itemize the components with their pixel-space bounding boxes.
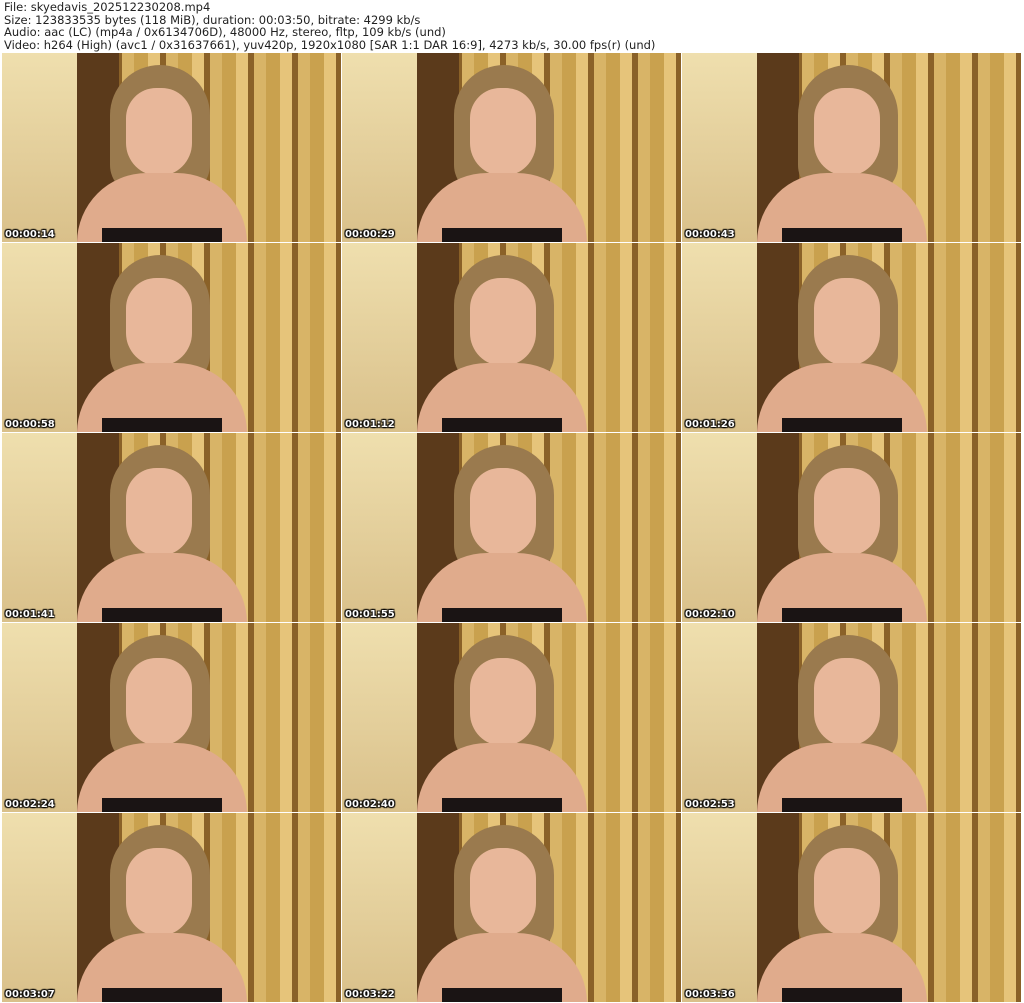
thumbnail-timestamp: 00:01:12 [345, 419, 395, 430]
frame-region [782, 608, 902, 622]
frame-region [470, 278, 536, 366]
video-thumbnail: 00:02:53 [682, 623, 1021, 812]
frame-region [442, 228, 562, 242]
thumbnail-timestamp: 00:03:22 [345, 989, 395, 1000]
video-thumbnail: 00:00:43 [682, 53, 1021, 242]
thumbnail-timestamp: 00:03:07 [5, 989, 55, 1000]
frame-region [126, 848, 192, 936]
frame-region [814, 848, 880, 936]
thumbnail-timestamp: 00:00:29 [345, 229, 395, 240]
thumbnail-grid: 00:00:14 00:00:29 00:00:43 00:00:58 00:01:12… [2, 53, 1021, 1002]
frame-region [782, 798, 902, 812]
thumbnail-timestamp: 00:01:55 [345, 609, 395, 620]
frame-region [126, 278, 192, 366]
thumbnail-frame-image [342, 243, 417, 432]
video-thumbnail: 00:03:22 [342, 813, 681, 1002]
frame-region [782, 988, 902, 1002]
video-thumbnail: 00:03:36 [682, 813, 1021, 1002]
frame-region [814, 88, 880, 176]
frame-region [442, 798, 562, 812]
video-thumbnail: 00:02:10 [682, 433, 1021, 622]
thumbnail-frame-image [342, 53, 417, 242]
thumbnail-timestamp: 00:02:40 [345, 799, 395, 810]
frame-region [102, 608, 222, 622]
frame-region [442, 988, 562, 1002]
frame-region [442, 418, 562, 432]
thumbnail-frame-image [682, 813, 757, 1002]
frame-region [442, 608, 562, 622]
thumbnail-frame-image [342, 623, 417, 812]
thumbnail-frame-image [2, 813, 77, 1002]
frame-region [102, 798, 222, 812]
thumbnail-timestamp: 00:00:43 [685, 229, 735, 240]
thumbnail-frame-image [682, 433, 757, 622]
thumbnail-frame-image [2, 243, 77, 432]
thumbnail-frame-image [2, 53, 77, 242]
file-info-header: File: skyedavis_202512230208.mp4 Size: 1… [0, 0, 1024, 52]
video-thumbnail: 00:01:41 [2, 433, 341, 622]
thumbnail-frame-image [682, 243, 757, 432]
thumbnail-frame-image [342, 433, 417, 622]
video-thumbnail: 00:01:55 [342, 433, 681, 622]
frame-region [470, 468, 536, 556]
frame-region [102, 418, 222, 432]
frame-region [126, 658, 192, 746]
frame-region [126, 468, 192, 556]
thumbnail-timestamp: 00:01:26 [685, 419, 735, 430]
thumbnail-timestamp: 00:02:53 [685, 799, 735, 810]
thumbnail-timestamp: 00:00:14 [5, 229, 55, 240]
thumbnail-frame-image [682, 623, 757, 812]
file-name: File: skyedavis_202512230208.mp4 [4, 0, 211, 14]
thumbnail-timestamp: 00:02:10 [685, 609, 735, 620]
thumbnail-timestamp: 00:00:58 [5, 419, 55, 430]
thumbnail-timestamp: 00:02:24 [5, 799, 55, 810]
audio-info: Audio: aac (LC) (mp4a / 0x6134706D), 480… [4, 25, 446, 40]
thumbnail-frame-image [2, 433, 77, 622]
frame-region [470, 848, 536, 936]
video-thumbnail: 00:00:14 [2, 53, 341, 242]
video-thumbnail: 00:01:12 [342, 243, 681, 432]
frame-region [102, 228, 222, 242]
frame-region [782, 228, 902, 242]
video-thumbnail: 00:02:40 [342, 623, 681, 812]
video-thumbnail: 00:01:26 [682, 243, 1021, 432]
video-info: Video: h264 (High) (avc1 / 0x31637661), … [4, 37, 656, 52]
thumbnail-timestamp: 00:03:36 [685, 989, 735, 1000]
frame-region [102, 988, 222, 1002]
frame-region [814, 658, 880, 746]
thumbnail-frame-image [2, 623, 77, 812]
frame-region [814, 278, 880, 366]
video-thumbnail: 00:00:58 [2, 243, 341, 432]
frame-region [782, 418, 902, 432]
frame-region [470, 88, 536, 176]
thumbnail-timestamp: 00:01:41 [5, 609, 55, 620]
thumbnail-frame-image [342, 813, 417, 1002]
thumbnail-frame-image [682, 53, 757, 242]
frame-region [470, 658, 536, 746]
frame-region [126, 88, 192, 176]
video-thumbnail: 00:02:24 [2, 623, 341, 812]
frame-region [814, 468, 880, 556]
video-thumbnail: 00:00:29 [342, 53, 681, 242]
video-thumbnail: 00:03:07 [2, 813, 341, 1002]
